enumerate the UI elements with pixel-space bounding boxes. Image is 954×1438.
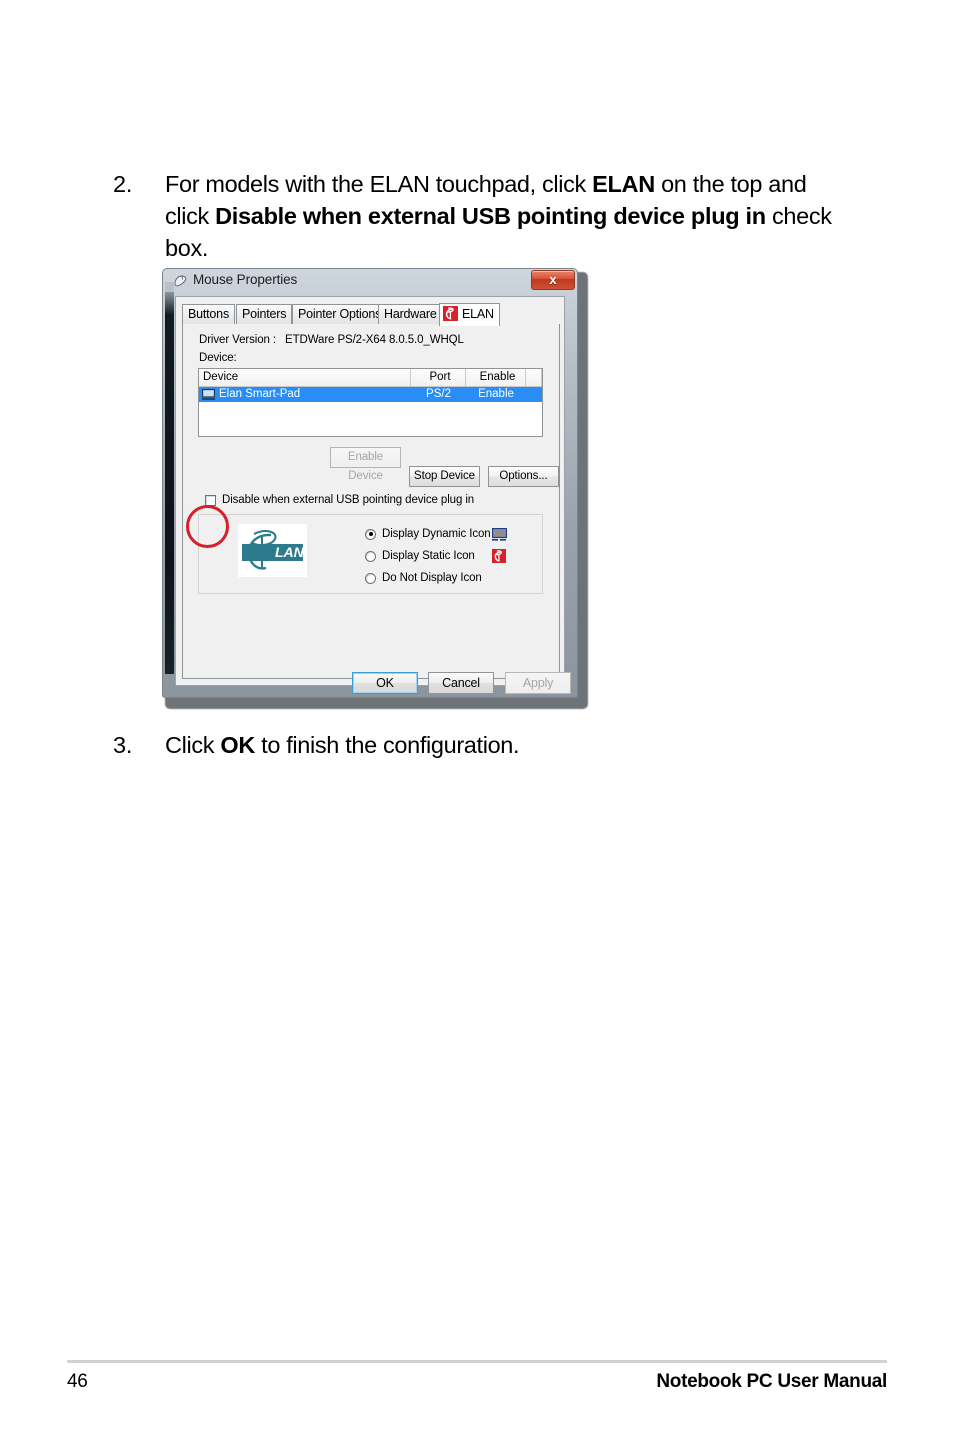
cancel-button[interactable]: Cancel: [428, 672, 494, 694]
column-header-enable[interactable]: Enable: [466, 369, 526, 386]
icon-display-groupbox: LAN Display Dynamic Icon Display Static …: [198, 514, 543, 594]
tab-elan[interactable]: ELAN: [439, 303, 500, 326]
device-row-name-cell: Elan Smart-Pad: [199, 387, 411, 402]
column-header-spacer: [526, 369, 542, 386]
driver-version-row: Driver Version : ETDWare PS/2-X64 8.0.5.0…: [199, 334, 464, 346]
svg-text:LAN: LAN: [275, 544, 305, 560]
device-list[interactable]: Device Port Enable Elan Smart-Pad PS/2 E…: [198, 368, 543, 437]
device-row-port: PS/2: [426, 388, 451, 400]
page-number: 46: [67, 1371, 88, 1392]
instruction-step-3: 3. Click OK to finish the configuration.: [113, 729, 837, 761]
radio-display-dynamic-icon[interactable]: Display Dynamic Icon: [365, 523, 510, 545]
elan-tab-panel: Driver Version : ETDWare PS/2-X64 8.0.5.0…: [182, 324, 560, 679]
table-row[interactable]: Elan Smart-Pad PS/2 Enable: [199, 387, 542, 402]
mouse-icon: [174, 275, 187, 287]
radio-dot-static[interactable]: [365, 550, 376, 562]
radio-do-not-display-icon[interactable]: Do Not Display Icon: [365, 567, 510, 589]
step-2-part-0: For models with the ELAN touchpad, click: [165, 171, 593, 197]
dialog-left-edge-band: [165, 292, 174, 674]
tab-pointer-options[interactable]: Pointer Options: [292, 304, 388, 325]
tab-buttons[interactable]: Buttons: [182, 304, 235, 325]
step-2-part-3: Disable when external USB pointing devic…: [215, 203, 766, 229]
column-header-port[interactable]: Port: [411, 369, 466, 386]
column-header-device[interactable]: Device: [199, 369, 411, 386]
dialog-titlebar[interactable]: Mouse Properties x: [162, 268, 578, 294]
monitor-icon: [492, 527, 507, 541]
radio-label-dynamic: Display Dynamic Icon: [382, 528, 491, 540]
elan-logo-icon: [443, 306, 458, 321]
device-action-buttons: Enable Device Stop Device Options...: [330, 447, 559, 487]
footer-divider: [67, 1360, 887, 1363]
checkbox-box[interactable]: [205, 494, 216, 506]
tab-pointers[interactable]: Pointers: [236, 304, 293, 325]
radio-dot-dynamic[interactable]: [365, 528, 376, 540]
elan-brand-logo: LAN: [238, 524, 307, 577]
monitor-icon-preview: [492, 526, 510, 542]
step-3-part-0: Click: [165, 732, 221, 758]
radio-label-none: Do Not Display Icon: [382, 572, 482, 584]
radio-dot-none[interactable]: [365, 572, 376, 584]
touchpad-icon: [202, 389, 215, 400]
device-row-name: Elan Smart-Pad: [219, 388, 301, 400]
annotation-circle: [186, 505, 229, 548]
step-2-text: For models with the ELAN touchpad, click…: [165, 168, 837, 264]
ok-button[interactable]: OK: [352, 672, 418, 694]
step-3-part-2: to finish the configuration.: [255, 732, 520, 758]
device-section-label: Device:: [199, 352, 237, 364]
elan-red-icon-preview: [492, 548, 510, 564]
step-3-number: 3.: [113, 732, 133, 758]
step-3-part-1: OK: [220, 732, 255, 758]
stop-device-button[interactable]: Stop Device: [409, 466, 480, 487]
radio-display-static-icon[interactable]: Display Static Icon: [365, 545, 510, 567]
elan-red-icon: [492, 549, 506, 563]
no-icon-slot: [492, 570, 510, 586]
tab-elan-label: ELAN: [462, 307, 494, 321]
step-2-part-1: ELAN: [592, 171, 655, 197]
options-button[interactable]: Options...: [488, 466, 559, 487]
icon-display-radio-group: Display Dynamic Icon Display Static Icon: [365, 523, 510, 589]
enable-device-button[interactable]: Enable Device: [330, 447, 401, 482]
tabstrip: Buttons Pointers Pointer Options Hardwar…: [182, 303, 560, 326]
checkbox-label: Disable when external USB pointing devic…: [222, 494, 475, 506]
tab-hardware[interactable]: Hardware: [378, 304, 443, 325]
step-2-number: 2.: [113, 171, 133, 197]
driver-version-value: ETDWare PS/2-X64 8.0.5.0_WHQL: [285, 334, 464, 346]
step-3-text: Click OK to finish the configuration.: [165, 729, 837, 761]
device-row-enable: Enable: [478, 388, 514, 400]
footer-title: Notebook PC User Manual: [656, 1371, 887, 1392]
mouse-properties-dialog: Mouse Properties x Buttons Pointers Poin…: [162, 268, 588, 709]
radio-label-static: Display Static Icon: [382, 550, 475, 562]
device-list-header: Device Port Enable: [199, 369, 542, 387]
instruction-step-2: 2. For models with the ELAN touchpad, cl…: [113, 168, 837, 264]
dialog-title: Mouse Properties: [193, 272, 298, 287]
dialog-client-area: Buttons Pointers Pointer Options Hardwar…: [175, 296, 565, 686]
close-icon[interactable]: x: [531, 270, 575, 290]
apply-button[interactable]: Apply: [505, 672, 571, 694]
driver-version-label: Driver Version :: [199, 334, 277, 346]
disable-when-external-usb-checkbox[interactable]: Disable when external USB pointing devic…: [205, 494, 474, 506]
